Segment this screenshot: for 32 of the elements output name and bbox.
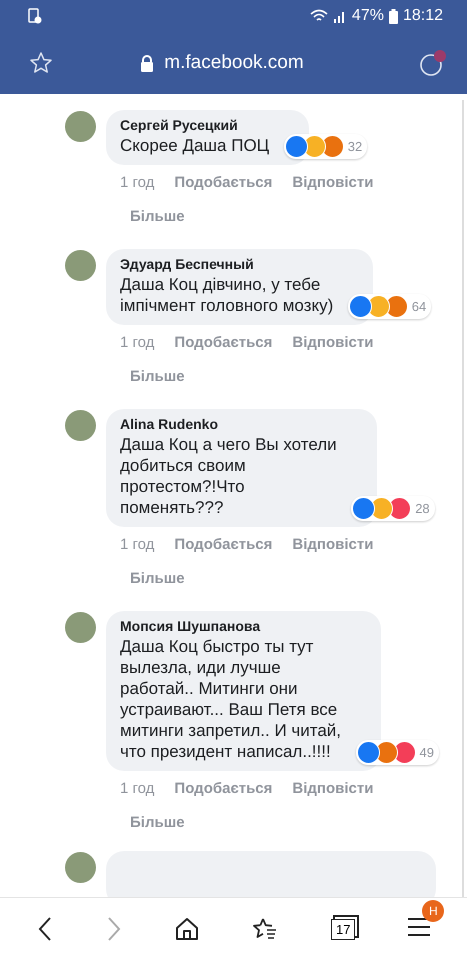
clock-time: 18:12 (402, 7, 443, 25)
reply-link[interactable]: Відповісти (292, 334, 374, 351)
more-link[interactable]: Більше (130, 368, 185, 385)
more-link[interactable]: Більше (130, 814, 185, 831)
url-text[interactable]: m.facebook.com (164, 52, 304, 74)
comment-time: 1 год (120, 334, 154, 351)
reaction-chip[interactable]: 28 (351, 496, 435, 521)
more-link[interactable]: Більше (130, 570, 185, 587)
battery-percent: 47% (352, 7, 384, 25)
like-link[interactable]: Подобається (174, 334, 272, 351)
like-link[interactable]: Подобається (174, 780, 272, 797)
comment-text: Даша Коц быстро ты тут вылезла, иди лучше работай.. Митинги они устраивают... Ваш Петя все митинги запретил.. И читай, что президент написал..!!!! (120, 636, 342, 762)
comment-text: Даша Коц а чего Вы хотели добиться своим протестом?!Что поменять??? (120, 434, 337, 518)
like-link[interactable]: Подобається (174, 174, 272, 191)
reaction-chip[interactable]: 32 (284, 134, 368, 159)
comment-text: Даша Коц дівчино, у тебе імпічмент головного мозку) (120, 274, 334, 316)
author-name[interactable]: Сергей Русецкий (120, 117, 270, 133)
comment-time: 1 год (120, 174, 154, 191)
like-link[interactable]: Подобається (174, 536, 272, 553)
more-link[interactable]: Більше (130, 208, 185, 225)
reply-link[interactable]: Відповісти (292, 536, 374, 553)
author-name[interactable]: Эдуард Беспечный (120, 256, 334, 272)
reaction-chip[interactable]: 49 (356, 740, 440, 765)
menu-badge: H (422, 900, 444, 922)
author-name[interactable]: Alina Rudenko (120, 416, 337, 432)
comment-text: Скорее Даша ПОЦ (120, 135, 270, 156)
comment-time: 1 год (120, 780, 154, 797)
comment-time: 1 год (120, 536, 154, 553)
reply-link[interactable]: Відповісти (292, 780, 374, 797)
reaction-chip[interactable]: 64 (348, 294, 432, 319)
reply-link[interactable]: Відповісти (292, 174, 374, 191)
author-name[interactable]: Мопсия Шушпанова (120, 618, 342, 634)
